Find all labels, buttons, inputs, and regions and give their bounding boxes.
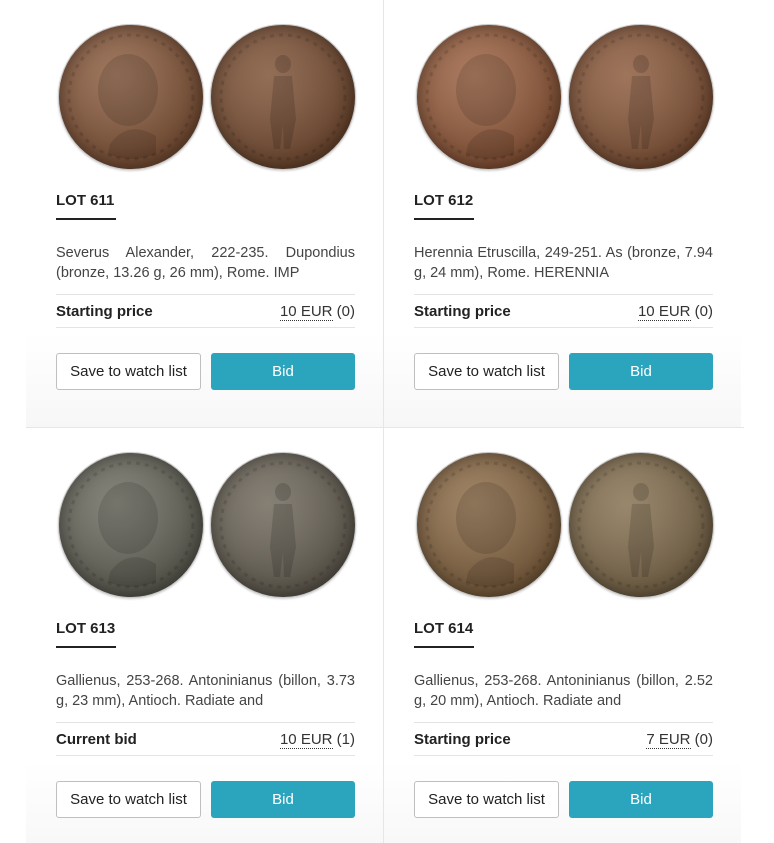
lot-card: LOT 613 Gallienus, 253-268. Antoninianus… [26,428,383,843]
bid-button[interactable]: Bid [211,781,355,818]
price-label: Current bid [56,731,137,748]
coin-obverse-image[interactable] [58,24,204,170]
bid-count: (1) [332,731,355,748]
price-label: Starting price [56,303,153,320]
price-amount[interactable]: 10 EUR [637,303,691,321]
price-amount[interactable]: 7 EUR [646,731,691,749]
lot-title[interactable]: LOT 612 [414,192,473,209]
price-row: Starting price 10 EUR (0) [414,294,713,328]
coin-images[interactable] [56,24,356,172]
coin-images[interactable] [414,24,714,172]
lot-grid: LOT 611 Severus Alexander, 222-235. Dupo… [26,0,744,843]
lot-title-underline [56,646,116,648]
price-row: Starting price 7 EUR (0) [414,722,713,756]
lot-card: LOT 612 Herennia Etruscilla, 249-251. As… [384,0,741,427]
coin-reverse-image[interactable] [210,452,356,598]
bid-button[interactable]: Bid [211,353,355,390]
lot-title[interactable]: LOT 613 [56,620,115,637]
lot-title[interactable]: LOT 614 [414,620,473,637]
lot-card: LOT 611 Severus Alexander, 222-235. Dupo… [26,0,383,427]
price-row: Current bid 10 EUR (1) [56,722,355,756]
bid-count: (0) [690,731,713,748]
save-to-watch-list-button[interactable]: Save to watch list [414,781,559,818]
lot-description: Gallienus, 253-268. Antoninianus (billon… [56,673,355,709]
save-to-watch-list-button[interactable]: Save to watch list [56,353,201,390]
lot-title-underline [414,218,474,220]
price-value: 10 EUR (0) [279,303,355,321]
lot-description: Gallienus, 253-268. Antoninianus (billon… [414,673,713,709]
coin-obverse-image[interactable] [416,24,562,170]
coin-reverse-image[interactable] [568,452,714,598]
price-amount[interactable]: 10 EUR [279,303,333,321]
coin-images[interactable] [414,452,714,600]
save-to-watch-list-button[interactable]: Save to watch list [414,353,559,390]
coin-obverse-image[interactable] [58,452,204,598]
bid-button[interactable]: Bid [569,353,713,390]
lot-description: Herennia Etruscilla, 249-251. As (bronze… [414,245,713,281]
price-value: 7 EUR (0) [646,731,713,749]
price-label: Starting price [414,303,511,320]
coin-reverse-image[interactable] [210,24,356,170]
coin-obverse-image[interactable] [416,452,562,598]
lot-title[interactable]: LOT 611 [56,192,114,209]
coin-reverse-image[interactable] [568,24,714,170]
lot-title-underline [56,218,116,220]
coin-images[interactable] [56,452,356,600]
lot-description: Severus Alexander, 222-235. Dupondius (b… [56,245,355,281]
price-value: 10 EUR (1) [279,731,355,749]
price-label: Starting price [414,731,511,748]
price-row: Starting price 10 EUR (0) [56,294,355,328]
price-amount[interactable]: 10 EUR [279,731,333,749]
price-value: 10 EUR (0) [637,303,713,321]
bid-count: (0) [690,303,713,320]
save-to-watch-list-button[interactable]: Save to watch list [56,781,201,818]
bid-count: (0) [332,303,355,320]
lot-title-underline [414,646,474,648]
bid-button[interactable]: Bid [569,781,713,818]
lot-card: LOT 614 Gallienus, 253-268. Antoninianus… [384,428,741,843]
